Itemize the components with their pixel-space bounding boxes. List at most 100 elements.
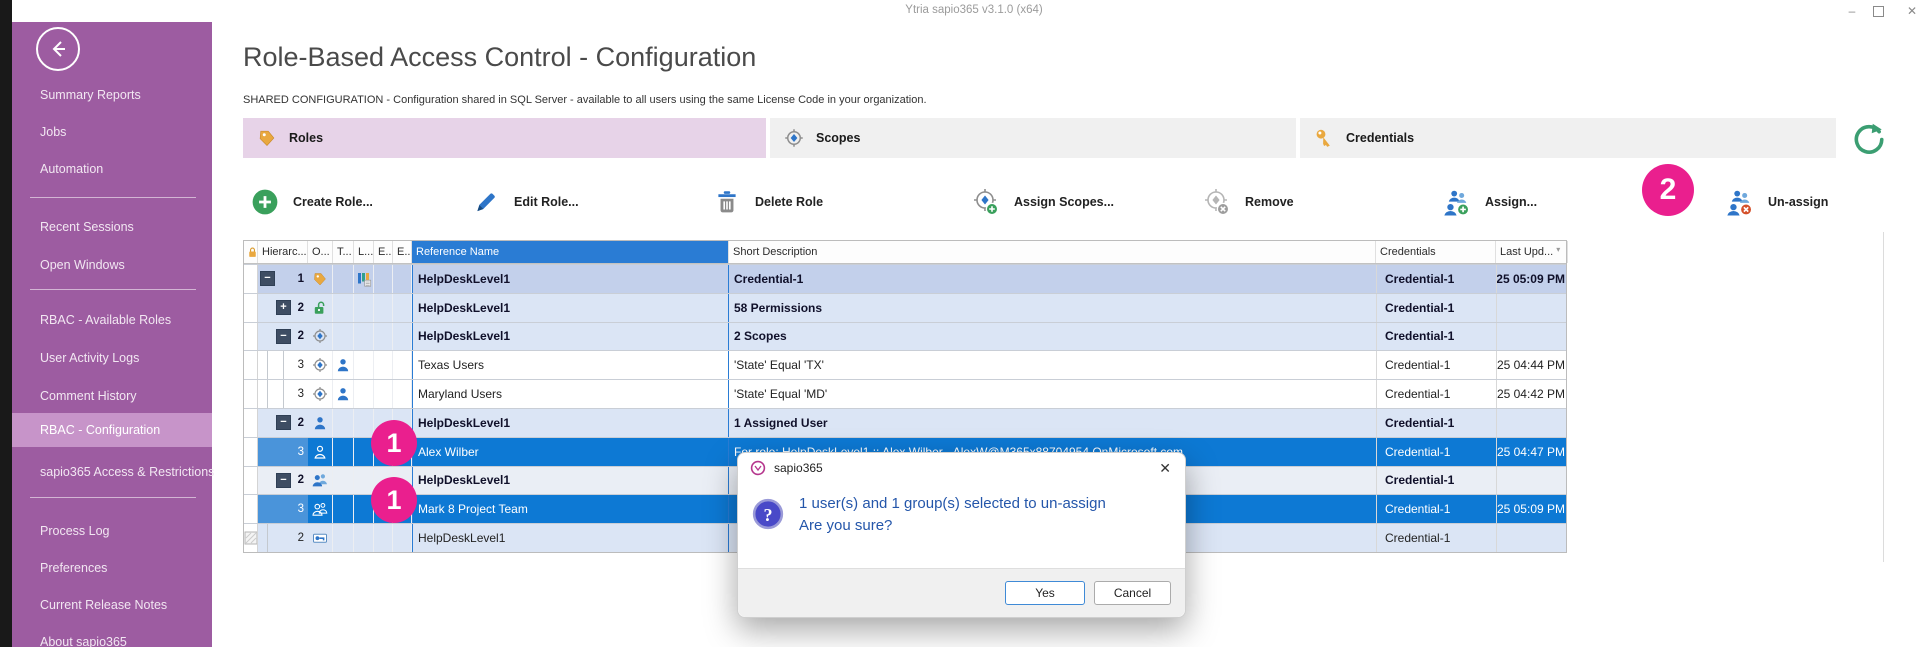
column-header-t[interactable]: T...	[333, 241, 354, 263]
credentials-cell[interactable]: Credential-1	[1376, 438, 1496, 466]
hierarchy-cell[interactable]: 2	[258, 524, 308, 552]
toolbar-create-role-button[interactable]: Create Role...	[251, 186, 373, 218]
credentials-cell[interactable]: Credential-1	[1376, 409, 1496, 437]
reference-name-cell[interactable]: HelpDeskLevel1	[412, 467, 729, 495]
last-updated-cell[interactable]: )25 04:44 PM	[1496, 351, 1568, 379]
collapse-toggle[interactable]: −	[276, 473, 291, 488]
column-header-credentials[interactable]: Credentials	[1376, 241, 1496, 263]
short-description-cell[interactable]: 'State' Equal 'TX'	[729, 351, 1376, 379]
reference-name-cell[interactable]: HelpDeskLevel1	[412, 265, 729, 293]
sidebar-item-user-activity-logs[interactable]: User Activity Logs	[12, 341, 212, 375]
sidebar-item-jobs[interactable]: Jobs	[12, 115, 212, 149]
tab-scopes[interactable]: Scopes	[770, 118, 1296, 158]
credentials-cell[interactable]: Credential-1	[1376, 265, 1496, 293]
column-header-e[interactable]: E...	[393, 241, 412, 263]
column-header-last-upd[interactable]: Last Upd...▾	[1496, 241, 1568, 263]
table-row[interactable]: −2 HelpDeskLevel11 Assigned UserCredentia…	[244, 408, 1566, 437]
credentials-cell[interactable]: Credential-1	[1376, 294, 1496, 322]
column-header-short-description[interactable]: Short Description	[729, 241, 1376, 263]
table-row[interactable]: 3 Texas Users'State' Equal 'TX'Credential…	[244, 350, 1566, 379]
sidebar-item-open-windows[interactable]: Open Windows	[12, 248, 212, 282]
yes-button[interactable]: Yes	[1005, 581, 1085, 605]
sidebar-item-process-log[interactable]: Process Log	[12, 514, 212, 548]
credentials-cell[interactable]: Credential-1	[1376, 495, 1496, 523]
sidebar-item-automation[interactable]: Automation	[12, 152, 212, 186]
sidebar-item-rbac-configuration[interactable]: RBAC - Configuration	[12, 413, 212, 447]
sidebar-item-comment-history[interactable]: Comment History	[12, 379, 212, 413]
collapse-toggle[interactable]: −	[276, 415, 291, 430]
last-updated-cell[interactable]	[1496, 409, 1568, 437]
credentials-cell[interactable]: Credential-1	[1376, 351, 1496, 379]
last-updated-cell[interactable]	[1496, 467, 1568, 495]
sidebar-item-preferences[interactable]: Preferences	[12, 551, 212, 585]
toolbar-remove-button[interactable]: Remove	[1203, 186, 1294, 218]
maximize-button[interactable]	[1873, 6, 1884, 17]
back-button[interactable]	[36, 27, 80, 71]
last-updated-cell[interactable]: )25 04:47 PM	[1496, 438, 1568, 466]
reference-name-cell[interactable]: HelpDeskLevel1	[412, 524, 729, 552]
cancel-button[interactable]: Cancel	[1094, 581, 1171, 605]
hierarchy-cell[interactable]: +2	[258, 294, 308, 322]
column-header-e[interactable]: E...	[374, 241, 393, 263]
credentials-cell[interactable]: Credential-1	[1376, 524, 1496, 552]
table-row[interactable]: −1HelpDeskLevel1Credential-1Credential-1…	[244, 264, 1566, 293]
tab-roles[interactable]: Roles	[243, 118, 766, 158]
column-header-hierarc[interactable]: Hierarc...	[258, 241, 308, 263]
sidebar-item-summary-reports[interactable]: Summary Reports	[12, 78, 212, 112]
reference-name-cell[interactable]: Alex Wilber	[412, 438, 729, 466]
reference-name-cell[interactable]: Mark 8 Project Team	[412, 495, 729, 523]
refresh-button[interactable]	[1850, 120, 1886, 156]
sidebar-item-about-sapio365[interactable]: About sapio365	[12, 625, 212, 647]
reference-name-cell[interactable]: HelpDeskLevel1	[412, 323, 729, 351]
hierarchy-cell[interactable]: 3	[258, 495, 308, 523]
hierarchy-cell[interactable]: −2	[258, 323, 308, 351]
credentials-cell[interactable]: Credential-1	[1376, 467, 1496, 495]
expand-toggle[interactable]: +	[276, 300, 291, 315]
toolbar-assign-button[interactable]: Assign...	[1443, 186, 1537, 218]
table-row[interactable]: +2 HelpDeskLevel158 PermissionsCredential…	[244, 293, 1566, 322]
table-row[interactable]: 3 Maryland Users'State' Equal 'MD'Credent…	[244, 379, 1566, 408]
hierarchy-cell[interactable]: −2	[258, 467, 308, 495]
short-description-cell[interactable]: 1 Assigned User	[729, 409, 1376, 437]
column-header-l[interactable]: L...	[354, 241, 374, 263]
hierarchy-cell[interactable]: 3	[258, 351, 308, 379]
dialog-close-icon[interactable]: ✕	[1159, 460, 1171, 477]
hierarchy-cell[interactable]: 3	[258, 438, 308, 466]
short-description-cell[interactable]: Credential-1	[729, 265, 1376, 293]
minimize-button[interactable]: –	[1840, 3, 1864, 20]
tab-credentials[interactable]: Credentials	[1300, 118, 1836, 158]
credentials-cell[interactable]: Credential-1	[1376, 323, 1496, 351]
close-button[interactable]: ✕	[1900, 3, 1917, 20]
sidebar-item-current-release-notes[interactable]: Current Release Notes	[12, 588, 212, 622]
sidebar-item-sapio365-access-restrictions[interactable]: sapio365 Access & Restrictions	[12, 455, 212, 489]
last-updated-cell[interactable]: )25 05:09 PM	[1496, 495, 1568, 523]
toolbar-delete-role-button[interactable]: Delete Role	[713, 186, 823, 218]
reference-name-cell[interactable]: HelpDeskLevel1	[412, 294, 729, 322]
last-updated-cell[interactable]: )25 04:42 PM	[1496, 380, 1568, 408]
table-row[interactable]: −2 HelpDeskLevel12 ScopesCredential-1	[244, 322, 1566, 351]
credentials-cell[interactable]: Credential-1	[1376, 380, 1496, 408]
toolbar-un-assign-button[interactable]: Un-assign	[1726, 186, 1828, 218]
hierarchy-cell[interactable]: −1	[258, 265, 308, 293]
last-updated-cell[interactable]	[1496, 323, 1568, 351]
last-updated-cell[interactable]	[1496, 294, 1568, 322]
hierarchy-cell[interactable]: 3	[258, 380, 308, 408]
column-header-gutter[interactable]	[244, 241, 258, 263]
last-updated-cell[interactable]: 25 05:09 PM	[1496, 265, 1568, 293]
reference-name-cell[interactable]: HelpDeskLevel1	[412, 409, 729, 437]
last-updated-cell[interactable]	[1496, 524, 1568, 552]
short-description-cell[interactable]: 2 Scopes	[729, 323, 1376, 351]
sidebar-item-recent-sessions[interactable]: Recent Sessions	[12, 210, 212, 244]
reference-name-cell[interactable]: Texas Users	[412, 351, 729, 379]
short-description-cell[interactable]: 'State' Equal 'MD'	[729, 380, 1376, 408]
column-header-o[interactable]: O...	[308, 241, 333, 263]
hierarchy-cell[interactable]: −2	[258, 409, 308, 437]
collapse-toggle[interactable]: −	[276, 329, 291, 344]
collapse-toggle[interactable]: −	[260, 271, 275, 286]
sidebar-item-rbac-available-roles[interactable]: RBAC - Available Roles	[12, 303, 212, 337]
reference-name-cell[interactable]: Maryland Users	[412, 380, 729, 408]
toolbar-edit-role-button[interactable]: Edit Role...	[472, 186, 579, 218]
column-header-reference-name[interactable]: Reference Name	[412, 241, 729, 263]
short-description-cell[interactable]: 58 Permissions	[729, 294, 1376, 322]
toolbar-assign-scopes-button[interactable]: Assign Scopes...	[972, 186, 1114, 218]
